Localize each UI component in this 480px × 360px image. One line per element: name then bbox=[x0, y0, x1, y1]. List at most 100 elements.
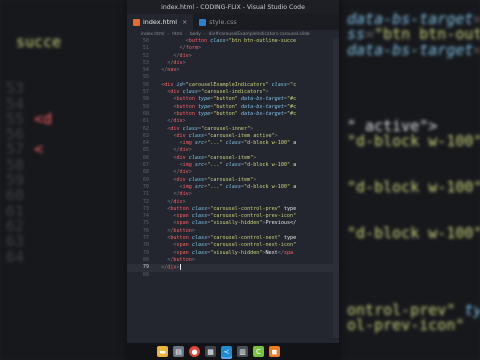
line-number: 54 bbox=[142, 67, 149, 74]
line-number: 77 bbox=[142, 235, 149, 242]
line-number: 66 bbox=[142, 154, 149, 161]
tab-label: style.css bbox=[209, 18, 237, 26]
vscode-icon[interactable]: ≺ bbox=[221, 346, 232, 357]
title-bar: index.html - CODING-FLIX - Visual Studio… bbox=[127, 0, 339, 14]
code-line[interactable]: 77 <button class="carousel-control-next"… bbox=[127, 235, 339, 242]
vscode-window: index.html - CODING-FLIX - Visual Studio… bbox=[127, 0, 339, 360]
code-line[interactable]: 63 <div class="carousel-item active"> bbox=[127, 133, 339, 140]
code-text: <div id="carouselExampleIndicators" clas… bbox=[161, 81, 297, 88]
editor-tabs: index.html × style.css bbox=[127, 13, 339, 30]
code-text: </form> bbox=[179, 45, 202, 52]
line-number: 67 bbox=[142, 162, 149, 169]
code-line[interactable]: 68 </div> bbox=[127, 169, 339, 176]
blurred-background-right: data-bs-target="#ss="btn btn-outline-suc… bbox=[339, 0, 480, 360]
line-number: 71 bbox=[142, 191, 149, 198]
css-file-icon bbox=[199, 18, 207, 26]
camtasia-icon[interactable]: C bbox=[253, 346, 264, 357]
breadcrumb-item[interactable]: div#carouselExampleIndicators.carousel.s… bbox=[209, 32, 310, 37]
code-text: </div> bbox=[173, 52, 192, 59]
line-number: 64 bbox=[142, 140, 149, 147]
tab-index-html[interactable]: index.html × bbox=[127, 13, 194, 30]
blurred-background-left: succe 53 54 55 <d 56 57 <58 59 60 61 62 63 64 bbox=[0, 0, 127, 360]
code-line[interactable]: 71 </div> bbox=[127, 191, 339, 198]
code-line[interactable]: 55 bbox=[127, 74, 339, 81]
code-line[interactable]: 64 <img src="..." class="d-block w-100" … bbox=[127, 140, 339, 147]
files-app-icon[interactable]: ▤ bbox=[173, 346, 184, 357]
code-line[interactable]: 69 <div class="carousel-item"> bbox=[127, 177, 339, 184]
line-number: 68 bbox=[142, 169, 149, 176]
code-line[interactable]: 70 <img src="..." class="d-block w-100" … bbox=[127, 184, 339, 191]
code-line[interactable]: 58 <button type="button" data-bs-target=… bbox=[127, 96, 339, 103]
code-editor[interactable]: 50 <button class="btn btn-outline-succe 5… bbox=[127, 38, 339, 338]
line-number: 73 bbox=[142, 205, 149, 212]
code-text: <button class="carousel-control-prev" ty… bbox=[167, 205, 297, 212]
close-icon[interactable]: × bbox=[182, 19, 187, 26]
code-line[interactable]: 60 <button type="button" data-bs-target=… bbox=[127, 111, 339, 118]
line-number: 69 bbox=[142, 176, 149, 183]
tab-style-css[interactable]: style.css bbox=[193, 14, 243, 30]
code-line[interactable]: 51 </form> bbox=[127, 45, 339, 52]
code-line[interactable]: 72 </div> bbox=[127, 199, 339, 206]
code-line[interactable]: 78 <span class="carousel-control-next-ic… bbox=[127, 242, 339, 249]
code-text: </div> bbox=[173, 191, 192, 198]
code-line[interactable]: 53 </div> bbox=[127, 60, 339, 67]
line-number: 76 bbox=[142, 227, 149, 234]
code-text: <div class="carousel-item active"> bbox=[173, 132, 278, 139]
code-text: <span class="carousel-control-next-icon" bbox=[173, 242, 297, 249]
line-number: 78 bbox=[142, 242, 149, 249]
line-number: 56 bbox=[142, 81, 149, 88]
code-text: <div class="carousel-item"> bbox=[173, 176, 257, 183]
line-number: 52 bbox=[142, 52, 149, 59]
code-line[interactable]: 80 </button> bbox=[127, 257, 339, 264]
code-text: <button class="btn btn-outline-succe bbox=[185, 38, 297, 44]
code-line[interactable]: 62 <div class="carousel-inner"> bbox=[127, 126, 339, 133]
code-text: </div> bbox=[173, 169, 192, 176]
code-line[interactable]: 65 </div> bbox=[127, 147, 339, 154]
taskbar: ▬ ▤ ● ▦ ≺ ▥ C ◼ bbox=[127, 343, 339, 360]
code-text: <div class="carousel-inner"> bbox=[167, 125, 254, 132]
line-number: 62 bbox=[142, 125, 149, 132]
chevron-right-icon: › bbox=[203, 31, 206, 37]
code-line[interactable]: 66 <div class="carousel-item"> bbox=[127, 155, 339, 162]
code-line[interactable]: 76 </button> bbox=[127, 228, 339, 235]
line-number: 80 bbox=[142, 256, 149, 263]
line-number: 59 bbox=[142, 103, 149, 110]
chevron-right-icon: › bbox=[167, 31, 170, 37]
breadcrumb-item[interactable]: body bbox=[190, 32, 201, 37]
file-explorer-icon[interactable]: ▬ bbox=[157, 346, 168, 357]
blurred-code-line: "d-block w-100" bbox=[347, 224, 480, 243]
code-line[interactable]: 61 </div> bbox=[127, 118, 339, 125]
breadcrumb-item[interactable]: index.html bbox=[141, 32, 164, 37]
line-number: 79 bbox=[142, 264, 149, 271]
code-line[interactable]: 75 <span class="visually-hidden">Previou… bbox=[127, 220, 339, 227]
code-line[interactable]: 52 </div> bbox=[127, 53, 339, 60]
blurred-code-line: "d-block w-100" bbox=[347, 132, 480, 151]
code-line[interactable]: 73 <button class="carousel-control-prev"… bbox=[127, 206, 339, 213]
code-line[interactable]: 57 <div class="carousel-indicators"> bbox=[127, 89, 339, 96]
orange-app-icon[interactable]: ◼ bbox=[269, 346, 280, 357]
code-line[interactable]: 54 </nav> bbox=[127, 67, 339, 74]
blurred-code-line bbox=[6, 339, 16, 357]
code-text: <button type="button" data-bs-target="#c bbox=[173, 110, 297, 117]
code-line[interactable]: 59 <button type="button" data-bs-target=… bbox=[127, 104, 339, 111]
tab-label: index.html bbox=[143, 18, 178, 26]
code-line[interactable]: 79 </div> bbox=[127, 264, 339, 272]
window-title: index.html - CODING-FLIX - Visual Studio… bbox=[161, 3, 305, 11]
code-line[interactable]: 79 <span class="visually-hidden">Next</s… bbox=[127, 250, 339, 257]
chrome-icon[interactable]: ● bbox=[189, 346, 200, 357]
code-line[interactable]: 80 bbox=[127, 272, 339, 279]
app-store-icon[interactable]: ▥ bbox=[237, 346, 248, 357]
code-text: <div class="carousel-item"> bbox=[173, 154, 257, 161]
line-number: 51 bbox=[142, 45, 149, 52]
code-line[interactable]: 50 <button class="btn btn-outline-succe bbox=[127, 38, 339, 45]
blurred-code-line: ol-prev-icon" bbox=[347, 316, 465, 334]
code-line[interactable]: 56 <div id="carouselExampleIndicators" c… bbox=[127, 82, 339, 89]
line-number: 70 bbox=[142, 183, 149, 190]
breadcrumb-item[interactable]: html bbox=[172, 32, 182, 37]
line-number: 79 bbox=[142, 249, 149, 256]
store-icon[interactable]: ▦ bbox=[205, 346, 216, 357]
code-text: <img src="..." class="d-block w-100" a bbox=[179, 140, 297, 147]
code-line[interactable]: 74 <span class="carousel-control-prev-ic… bbox=[127, 213, 339, 220]
code-text: </div> bbox=[173, 147, 192, 154]
code-line[interactable]: 67 <img src="..." class="d-block w-100" … bbox=[127, 162, 339, 169]
